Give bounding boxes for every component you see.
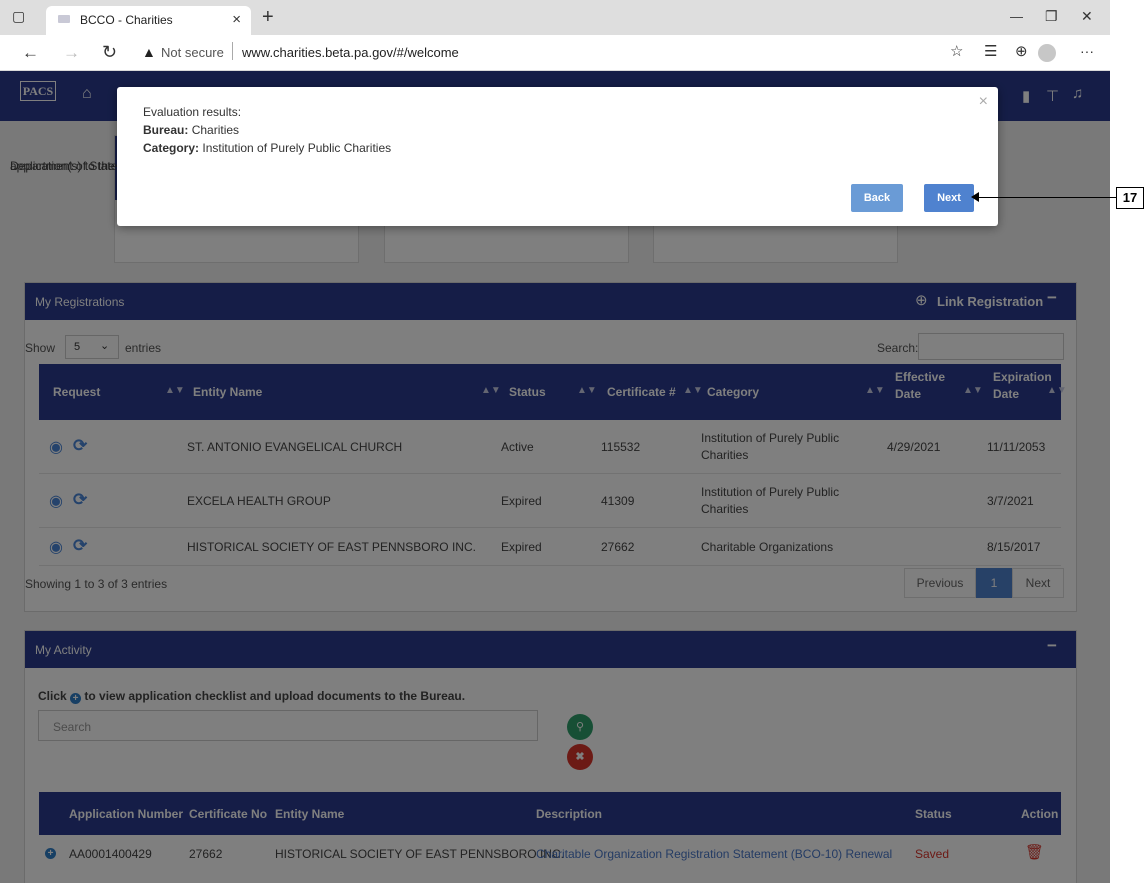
callout-arrowhead	[971, 192, 979, 202]
warning-icon: ▲	[142, 44, 156, 60]
new-tab-icon[interactable]: +	[262, 6, 274, 29]
not-secure-label: Not secure	[161, 45, 224, 60]
browser-toolbar: ← → ↻ ▲ Not secure www.charities.beta.pa…	[0, 35, 1110, 71]
tab-close-icon[interactable]: ×	[232, 11, 241, 28]
evaluation-results-modal: × Evaluation results: Bureau: Charities …	[117, 87, 998, 226]
browser-tab-bar: ▢ BCCO - Charities × + — ❐ ✕	[0, 0, 1110, 35]
modal-category: Category: Institution of Purely Public C…	[143, 141, 391, 155]
modal-bureau: Bureau: Charities	[143, 123, 239, 137]
profile-avatar[interactable]	[1038, 44, 1056, 62]
callout-line	[977, 197, 1116, 198]
address-bar[interactable]: ▲ Not secure www.charities.beta.pa.gov/#…	[134, 39, 942, 66]
tab-title: BCCO - Charities	[80, 13, 173, 27]
bureau-label: Bureau:	[143, 123, 189, 137]
refresh-icon[interactable]: ↻	[102, 43, 117, 61]
url-text: www.charities.beta.pa.gov/#/welcome	[242, 45, 459, 60]
browser-tab[interactable]: BCCO - Charities ×	[46, 6, 251, 35]
back-arrow-icon[interactable]: ←	[22, 44, 39, 61]
callout-number: 17	[1116, 187, 1144, 209]
back-button[interactable]: Back	[851, 184, 903, 212]
tab-actions-icon[interactable]: ▢	[12, 9, 25, 23]
address-divider	[232, 42, 233, 60]
read-aloud-icon[interactable]: ☆	[950, 44, 963, 59]
more-menu-icon[interactable]: ···	[1080, 44, 1094, 58]
minimize-icon[interactable]: —	[1010, 10, 1023, 23]
restore-icon[interactable]: ❐	[1045, 9, 1058, 23]
bureau-value: Charities	[191, 123, 240, 137]
modal-heading: Evaluation results:	[143, 105, 242, 119]
category-value: Institution of Purely Public Charities	[202, 141, 392, 155]
collections-icon[interactable]: ⊕	[1015, 44, 1028, 59]
tab-favicon-icon	[58, 15, 70, 23]
close-icon[interactable]: ×	[979, 93, 988, 111]
category-label: Category:	[143, 141, 200, 155]
next-button[interactable]: Next	[924, 184, 974, 212]
forward-arrow-icon[interactable]: →	[63, 44, 80, 61]
favorites-icon[interactable]: ☰	[984, 44, 997, 59]
close-window-icon[interactable]: ✕	[1081, 9, 1093, 23]
